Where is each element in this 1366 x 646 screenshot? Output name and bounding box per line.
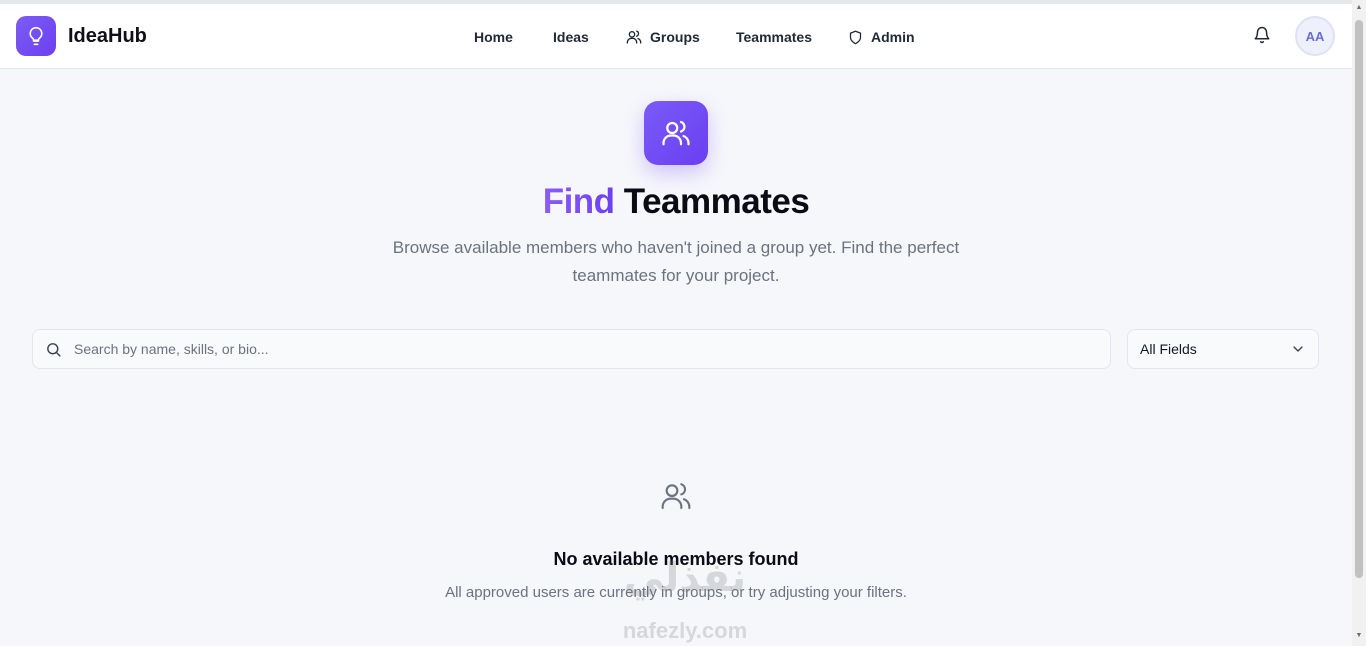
- nav-home[interactable]: Home: [474, 26, 513, 48]
- avatar[interactable]: AA: [1295, 16, 1335, 56]
- app-name[interactable]: IdeaHub: [68, 25, 147, 48]
- watermark: نفذلي nafezly.com: [600, 556, 770, 646]
- scroll-down-arrow-icon[interactable]: ▼: [1355, 632, 1363, 640]
- navbar: IdeaHub Home Ideas Groups Teammates Admi…: [0, 4, 1352, 69]
- users-icon: [661, 483, 691, 510]
- nav-groups-label: Groups: [650, 29, 700, 45]
- search-input[interactable]: [74, 341, 1074, 357]
- nav-teammates[interactable]: Teammates: [736, 26, 812, 48]
- hero-icon-badge: [644, 101, 708, 165]
- bell-icon: [1254, 26, 1270, 44]
- search-icon: [47, 342, 61, 357]
- logo[interactable]: [16, 16, 56, 56]
- watermark-arabic: نفذلي: [623, 555, 747, 601]
- chevron-down-icon: [1293, 346, 1303, 352]
- field-filter-value: All Fields: [1140, 341, 1197, 357]
- lightbulb-icon: [29, 26, 43, 46]
- scrollbar[interactable]: ▲ ▼: [1352, 0, 1366, 646]
- notifications-button[interactable]: [1253, 26, 1273, 46]
- shield-icon: [849, 30, 862, 44]
- page-title-accent: Find: [542, 182, 615, 221]
- scroll-thumb[interactable]: [1355, 20, 1363, 578]
- nav-groups[interactable]: Groups: [626, 26, 700, 48]
- nav-ideas[interactable]: Ideas: [553, 26, 589, 48]
- scroll-up-arrow-icon[interactable]: ▲: [1355, 4, 1363, 12]
- page-title: Find Teammates: [0, 182, 1352, 222]
- search-box[interactable]: [32, 329, 1111, 369]
- nav-ideas-label: Ideas: [553, 29, 589, 45]
- nav-teammates-label: Teammates: [736, 29, 813, 45]
- page-title-rest: Teammates: [623, 182, 810, 221]
- nav-admin-label: Admin: [871, 29, 915, 45]
- field-filter-select[interactable]: All Fields: [1127, 329, 1319, 369]
- watermark-url: nafezly.com: [622, 618, 748, 643]
- users-icon: [662, 120, 690, 146]
- nav-admin[interactable]: Admin: [848, 26, 915, 48]
- users-icon: [626, 30, 642, 44]
- nav-home-label: Home: [474, 29, 513, 45]
- page-subtitle: Browse available members who haven't joi…: [392, 238, 960, 285]
